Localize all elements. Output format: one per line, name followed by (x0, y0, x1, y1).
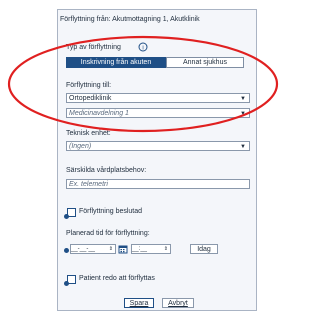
special-needs-placeholder: Ex. telemetri (69, 181, 108, 188)
time-input[interactable]: __:__ ⇕ (131, 244, 171, 254)
planned-time-label: Planerad tid för förflyttning: (66, 230, 150, 237)
special-needs-label: Särskilda vårdplatsbehov: (66, 167, 147, 174)
save-label: Spara (129, 300, 149, 307)
technical-unit-value: (Ingen) (69, 143, 92, 150)
spinner-icon[interactable]: ⇕ (109, 245, 113, 254)
required-marker-icon (64, 248, 69, 253)
time-placeholder: __:__ (132, 246, 148, 252)
save-button[interactable]: Spara (124, 298, 154, 308)
technical-unit-select[interactable]: (Ingen) ▼ (66, 141, 250, 151)
calendar-icon[interactable] (118, 244, 128, 254)
cancel-label: Avbryt (168, 300, 188, 307)
cancel-button[interactable]: Avbryt (162, 298, 194, 308)
highlight-ring (7, 35, 279, 133)
date-placeholder: __-__-__ (71, 246, 96, 252)
required-marker-icon (64, 281, 69, 286)
required-marker-icon (64, 214, 69, 219)
special-needs-input[interactable]: Ex. telemetri (66, 179, 250, 189)
chevron-down-icon: ▼ (240, 144, 246, 150)
patient-ready-label: Patient redo att förflyttas (79, 275, 155, 282)
dialog-title: Förflyttning från: Akutmottagning 1, Aku… (60, 16, 200, 23)
date-input[interactable]: __-__-__ ⇕ (70, 244, 116, 254)
spinner-icon[interactable]: ⇕ (164, 245, 168, 254)
today-button[interactable]: Idag (190, 244, 218, 254)
transfer-decided-label: Förflyttning beslutad (79, 208, 143, 215)
